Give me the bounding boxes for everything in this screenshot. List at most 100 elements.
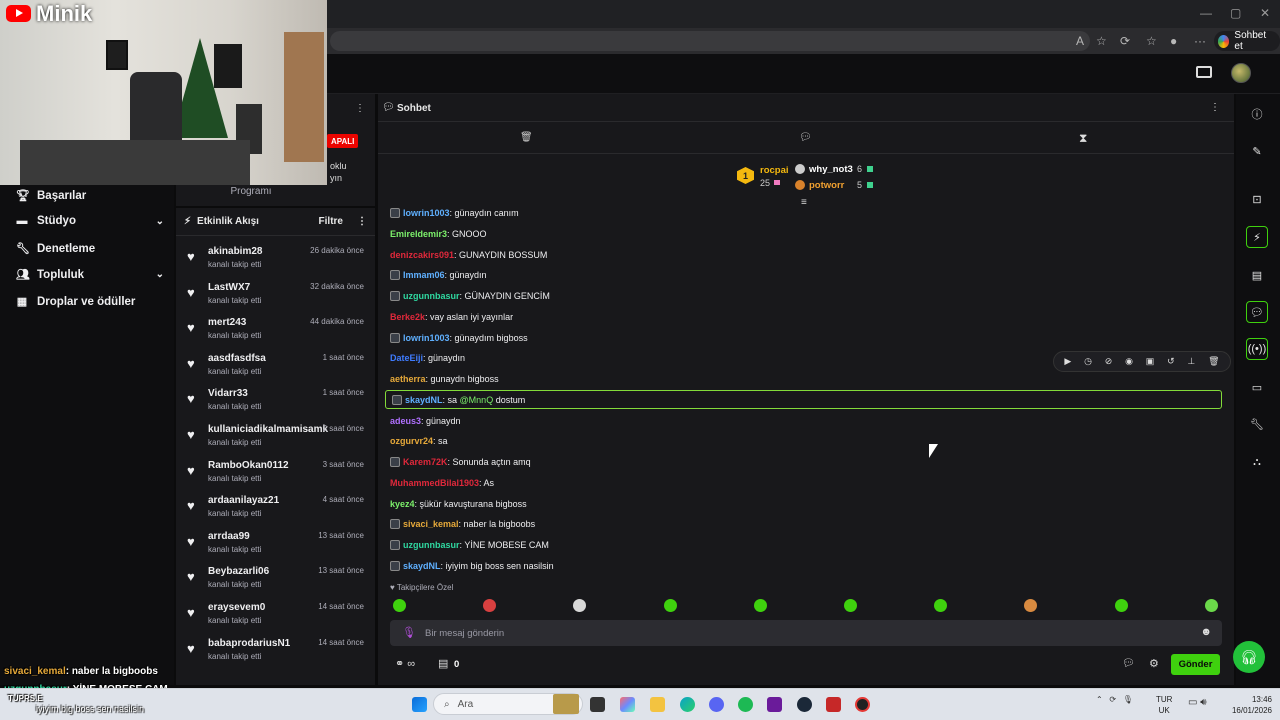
minimize-icon[interactable]: — [1200,6,1212,20]
trash-icon[interactable]: 🗑︎ [520,132,533,143]
app-red-icon[interactable] [826,697,841,712]
feed-event-row[interactable]: ♥ LastWX7 kanalı takip etti 32 dakika önce [184,282,368,316]
chat-message[interactable]: ozgurvr24: sa [390,434,448,448]
chat-message[interactable]: DateEiji: günaydın [390,351,465,365]
help-button[interactable]: 🎧︎ [1233,641,1265,673]
obs-icon[interactable] [855,697,870,712]
copy-icon[interactable]: ▣ [1146,356,1155,367]
chevron-up-icon[interactable]: ⌃ [1096,695,1103,704]
theater-mode-icon[interactable] [1196,66,1212,78]
profile-icon[interactable]: ● [1170,34,1177,48]
chat-username[interactable]: Immam06 [403,270,445,280]
read-aloud-icon[interactable]: A [1076,34,1084,48]
feed-event-row[interactable]: ♥ Vidarr33 kanalı takip etti 1 saat önce [184,388,368,422]
feed-event-row[interactable]: ♥ ardaanilayaz21 kanalı takip etti 4 saat ö… [184,495,368,529]
chat-username[interactable]: kyez4 [390,499,415,509]
network-volume-icon[interactable]: ▭ 🔊︎ [1188,697,1207,708]
capture-icon[interactable]: ⊡ [1246,188,1268,210]
discord-icon[interactable] [709,697,724,712]
app-icon[interactable] [767,697,782,712]
chat-username[interactable]: adeus3 [390,416,421,426]
emote-icon[interactable] [1114,599,1128,612]
send-button[interactable]: Gönder [1171,654,1220,675]
gear-icon[interactable]: ⚙ [1149,657,1159,670]
slow-mode-icon[interactable]: ⧗ [1079,131,1087,146]
filter-button[interactable]: Filtre [319,216,343,227]
emote-icon[interactable] [844,599,857,612]
microphone-icon[interactable]: 🎙︎ [402,626,416,639]
chat-message[interactable]: adeus3: günaydn [390,414,461,428]
store-icon[interactable]: ▤ [438,657,448,670]
start-icon[interactable] [412,697,427,712]
chat-message[interactable]: lowrin1003: günaydım bigboss [390,331,528,345]
leaderboard-third-name[interactable]: potworr [809,180,844,191]
schedule-label[interactable]: Programı [176,186,326,197]
spotify-icon[interactable] [738,697,753,712]
chat-message[interactable]: Karem72K: Sonunda açtın amq [390,455,531,469]
chat-username[interactable]: skaydNL [403,561,441,571]
feed-event-row[interactable]: ♥ kullaniciadikalmamisamk kanalı takip ett… [184,424,368,458]
feed-event-row[interactable]: ♥ RamboOkan0112 kanalı takip etti 3 saat ön… [184,460,368,494]
notes-icon[interactable]: ▤ [1246,264,1268,286]
chat-username[interactable]: Karem72K [403,457,448,467]
broadcast-icon[interactable]: ((•)) [1246,338,1268,360]
wrench-icon[interactable]: 🔧︎ [1246,413,1268,435]
emote-icon[interactable] [663,599,677,612]
chat-username[interactable]: skaydNL [405,395,443,405]
chat-settings-bubble-icon[interactable]: 💬︎ [1122,658,1135,669]
leaderboard-second-name[interactable]: why_not3 [809,164,853,175]
chat-input[interactable]: 🎙︎ Bir mesaj gönderin ☻ [390,620,1222,646]
channel-points-icon[interactable]: ⚭ ∞ [395,657,415,670]
collapse-leaderboard-icon[interactable]: ≡ [801,197,807,208]
chat-username[interactable]: aetherra [390,374,426,384]
feed-event-row[interactable]: ♥ aasdfasdfsa kanalı takip etti 1 saat önce [184,353,368,387]
chat-username[interactable]: ozgurvr24 [390,436,433,446]
chat-username[interactable]: Emireldemir3 [390,229,447,239]
chat-message[interactable]: uzgunnbasur: YİNE MOBESE CAM [390,538,549,552]
timeout-icon[interactable]: ◷ [1084,356,1092,367]
microphone-icon[interactable]: 🎙︎ [1123,695,1133,704]
emote-icon[interactable] [393,599,406,612]
feed-event-row[interactable]: ♥ babaprodariusN1 kanalı takip etti 14 saat… [184,638,368,672]
chat-message[interactable]: sivaci_kemal: naber la bigboobs [390,517,535,531]
chat-menu-icon[interactable]: ⋮ [1210,102,1220,113]
leaderboard-first-name[interactable]: rocpai [760,165,789,176]
share-icon[interactable]: ⛬ [1246,451,1268,473]
chat-rail-icon[interactable]: 💬︎ [1246,301,1268,323]
sidebar-item-achievements[interactable]: 🏆︎ Başarılar [16,189,164,203]
sidebar-item-moderation[interactable]: 🔧︎ Denetleme [16,242,164,256]
user-avatar[interactable] [1231,63,1251,83]
panel-menu-icon[interactable]: ⋮ [355,103,365,114]
chat-message[interactable]: denizcakirs091: GUNAYDIN BOSSUM [390,248,547,262]
play-icon[interactable]: ▶ [1064,356,1071,367]
chat-username[interactable]: lowrin1003 [403,333,450,343]
lightning-icon[interactable]: ⚡︎ [1246,226,1268,248]
feed-event-row[interactable]: ♥ akinabim28 kanalı takip etti 26 dakika ön… [184,246,368,280]
ban-icon[interactable]: ⊘ [1105,356,1113,367]
feed-event-row[interactable]: ♥ Beybazarli06 kanalı takip etti 13 saat ön… [184,566,368,600]
steam-icon[interactable] [797,697,812,712]
address-bar[interactable] [330,31,1090,51]
chat-mode-icon[interactable]: 💬︎ [799,132,812,143]
delete-icon[interactable]: 🗑︎ [1208,356,1219,367]
layout-icon[interactable]: ▭ [1246,376,1268,398]
chat-message[interactable]: skaydNL: iyiyim big boss sen nasilsin [390,559,554,573]
chat-mention[interactable]: @MnnQ [460,395,494,405]
chat-username[interactable]: lowrin1003 [403,208,450,218]
chat-message[interactable]: Immam06: günaydın [390,268,487,282]
feed-event-row[interactable]: ♥ mert243 kanalı takip etti 44 dakika önce [184,317,368,351]
taskbar-clock[interactable]: 13:46 16/01/2026 [1222,694,1272,716]
emote-icon[interactable] [753,599,767,612]
chat-message[interactable]: aetherra: gunaydn bigboss [390,372,499,386]
info-icon[interactable]: ⓘ [1246,103,1268,125]
chat-username[interactable]: uzgunnbasur [403,540,460,550]
chat-username[interactable]: MuhammedBilal1903 [390,478,479,488]
chat-message[interactable]: uzgunnbasur: GÜNAYDIN GENCİM [390,289,550,303]
feed-menu-icon[interactable]: ⋮ [357,216,367,227]
sidebar-item-drops[interactable]: ▦ Droplar ve ödüller [16,295,164,309]
sidebar-item-community[interactable]: 👥︎ Topluluk ⌄ [16,268,164,282]
feed-event-row[interactable]: ♥ arrdaa99 kanalı takip etti 13 saat önce [184,531,368,565]
favorite-star-icon[interactable]: ☆ [1096,34,1107,48]
chat-message[interactable]: kyez4: şükür kavuşturana bigboss [390,497,527,511]
emote-icon[interactable] [1204,599,1218,612]
